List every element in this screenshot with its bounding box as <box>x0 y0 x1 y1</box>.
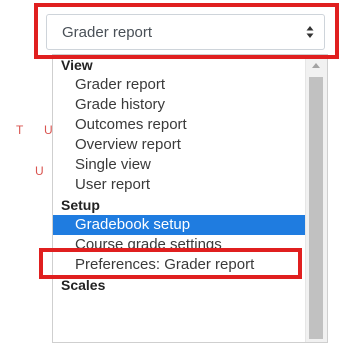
dropdown-scrollbar[interactable] <box>305 55 327 342</box>
option-single-view[interactable]: Single view <box>53 155 307 175</box>
optgroup-view: View <box>61 57 93 73</box>
option-user-report[interactable]: User report <box>53 175 307 195</box>
option-grade-history[interactable]: Grade history <box>53 95 307 115</box>
option-gradebook-setup[interactable]: Gradebook setup <box>53 215 307 235</box>
dropdown-options: View Grader report Grade history Outcome… <box>53 55 307 295</box>
optgroup-scales: Scales <box>61 277 106 293</box>
scrollbar-thumb[interactable] <box>309 77 323 339</box>
option-preferences-grader-report[interactable]: Preferences: Grader report <box>53 255 307 275</box>
report-dropdown-list[interactable]: View Grader report Grade history Outcome… <box>52 54 328 343</box>
page: T U U Grader report View Grader report G… <box>0 0 341 343</box>
option-grader-report[interactable]: Grader report <box>53 75 307 95</box>
option-course-grade-settings[interactable]: Course grade settings <box>53 235 307 255</box>
option-overview-report[interactable]: Overview report <box>53 135 307 155</box>
report-select[interactable]: Grader report <box>46 14 325 50</box>
scroll-up-arrow-icon[interactable] <box>312 63 320 68</box>
background-letter: U <box>35 164 44 178</box>
report-select-value: Grader report <box>62 24 153 41</box>
option-outcomes-report[interactable]: Outcomes report <box>53 115 307 135</box>
optgroup-setup: Setup <box>61 197 100 213</box>
background-letter: T <box>16 123 24 137</box>
up-down-arrows-icon <box>306 26 314 38</box>
